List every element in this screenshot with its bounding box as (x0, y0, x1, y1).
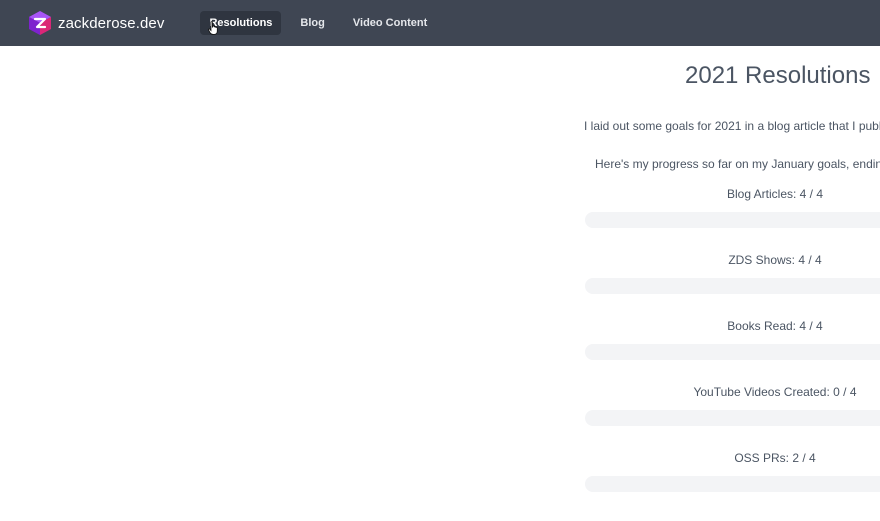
progress-bar (585, 278, 880, 294)
brand-link[interactable]: zackderose.dev (29, 11, 164, 35)
progress-bar (585, 212, 880, 228)
intro-text: I laid out some goals for 2021 in a blog… (584, 119, 880, 133)
brand-name: zackderose.dev (58, 14, 165, 32)
main-content: 2021 Resolutions I laid out some goals f… (0, 46, 880, 521)
page-title: 2021 Resolutions (685, 62, 871, 89)
goal-label: OSS PRs: 2 / 4 (585, 451, 880, 465)
goal-label-text: OSS PRs: 2 / 4 (734, 451, 816, 465)
goal-label-text: Books Read: 4 / 4 (727, 319, 823, 333)
progress-bar (585, 410, 880, 426)
progress-fill (585, 278, 880, 294)
nav-link-blog[interactable]: Blog (291, 11, 333, 35)
goal-label: ZDS Shows: 4 / 4 (585, 253, 880, 267)
goal-label-text: YouTube Videos Created: 0 / 4 (693, 385, 857, 399)
goal-label: YouTube Videos Created: 0 / 4 (585, 385, 880, 399)
progress-bar (585, 476, 880, 492)
main-nav: Resolutions Blog Video Content (200, 11, 446, 35)
goal-label: Blog Articles: 4 / 4 (585, 187, 880, 201)
goal-label-text: Blog Articles: 4 / 4 (726, 187, 824, 201)
z-logo-icon (29, 11, 51, 35)
progress-fill (585, 476, 775, 492)
progress-intro-text: Here's my progress so far on my January … (595, 157, 880, 171)
progress-bar (585, 344, 880, 360)
progress-fill (585, 212, 880, 228)
progress-fill (585, 344, 880, 360)
hand-pointer-cursor-icon (208, 21, 218, 35)
nav-link-video-content[interactable]: Video Content (344, 11, 436, 35)
goal-label: Books Read: 4 / 4 (585, 319, 880, 333)
goal-label-text: ZDS Shows: 4 / 4 (728, 253, 822, 267)
top-navigation-bar: zackderose.dev Resolutions Blog Video Co… (0, 0, 880, 46)
